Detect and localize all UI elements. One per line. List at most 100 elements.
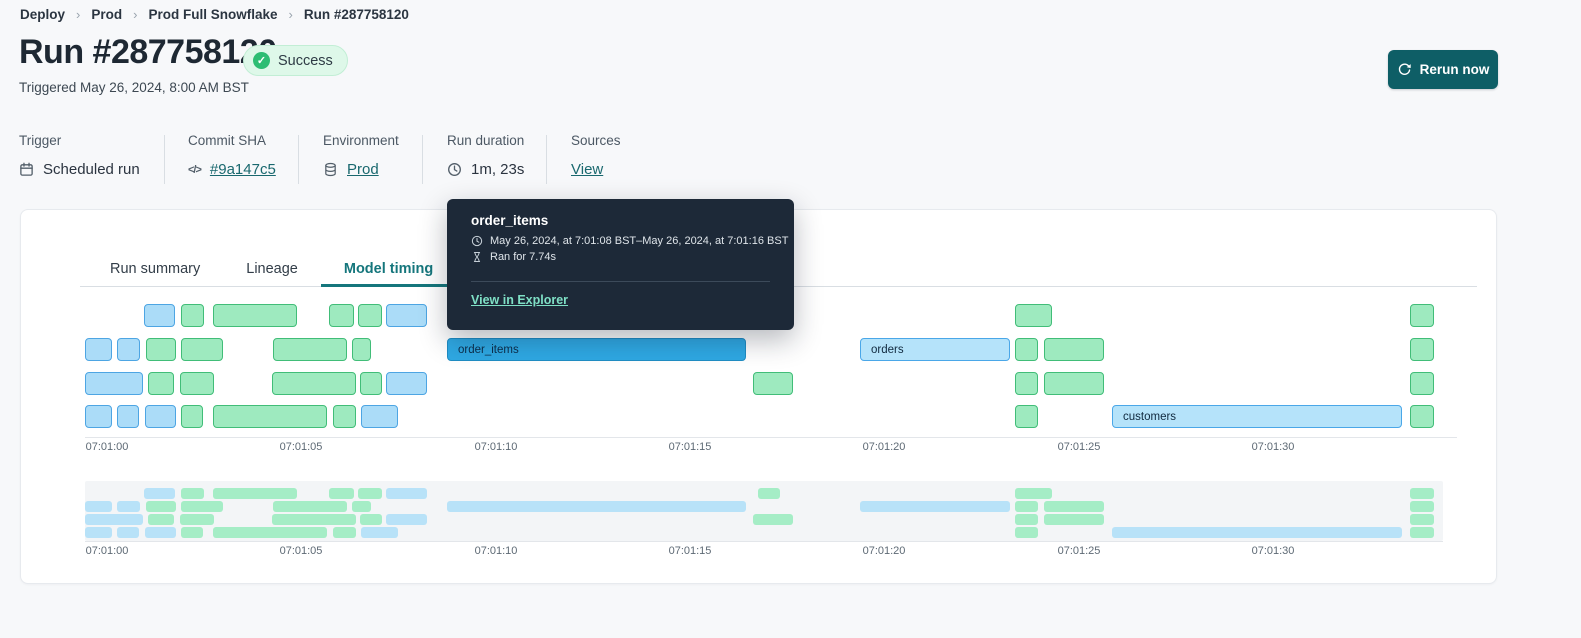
meta-link--9a147c5[interactable]: #9a147c5 [210, 161, 276, 178]
breadcrumb-item-deploy[interactable]: Deploy [20, 7, 65, 22]
database-icon [323, 162, 338, 177]
meta-label: Sources [571, 133, 621, 148]
axis-tick-label: 07:01:10 [474, 545, 518, 557]
run-detail-page: Deploy › Prod › Prod Full Snowflake › Run #287… [0, 0, 1581, 638]
meta-text: 1m, 23s [471, 161, 525, 178]
gantt-bar[interactable] [117, 338, 140, 361]
axis-tick-label: 07:01:20 [862, 441, 906, 453]
mini-bar [361, 527, 398, 538]
clock-icon [471, 235, 483, 247]
meta-link-view[interactable]: View [571, 161, 603, 178]
breadcrumb-item-prod-full-snowflake[interactable]: Prod Full Snowflake [148, 7, 277, 22]
meta-col-commit-sha: Commit SHA </> #9a147c5 [188, 133, 276, 178]
breadcrumb-separator-icon: › [76, 7, 81, 22]
hourglass-icon [471, 251, 483, 263]
mini-bar [181, 527, 203, 538]
gantt-bar[interactable] [1410, 304, 1434, 327]
gantt-bar[interactable] [117, 405, 139, 428]
mini-bar [753, 514, 793, 525]
gantt-bar[interactable] [181, 405, 203, 428]
axis-tick-label: 07:01:10 [474, 441, 518, 453]
gantt-bar[interactable] [358, 304, 382, 327]
mini-bar [1044, 514, 1104, 525]
mini-bar [329, 488, 354, 499]
mini-bar [1044, 501, 1104, 512]
mini-bar [1410, 501, 1434, 512]
gantt-bar[interactable] [386, 304, 427, 327]
gantt-bar[interactable] [1410, 372, 1434, 395]
tab-model-timing[interactable]: Model timing [321, 250, 456, 287]
gantt-bar[interactable] [1410, 405, 1434, 428]
gantt-bar[interactable] [146, 338, 176, 361]
meta-divider [422, 135, 423, 184]
gantt-bar[interactable] [361, 405, 398, 428]
triggered-timestamp: Triggered May 26, 2024, 8:00 AM BST [19, 80, 249, 95]
mini-bar [144, 488, 175, 499]
mini-bar [1015, 488, 1052, 499]
mini-bar [85, 514, 143, 525]
meta-col-trigger: Trigger Scheduled run [19, 133, 140, 178]
gantt-bar[interactable] [1015, 338, 1038, 361]
meta-divider [546, 135, 547, 184]
gantt-bar[interactable] [145, 405, 176, 428]
gantt-bar[interactable] [1410, 338, 1434, 361]
gantt-bar[interactable] [180, 372, 214, 395]
gantt-bar[interactable] [1044, 338, 1104, 361]
gantt-bar[interactable] [181, 304, 204, 327]
gantt-bar[interactable] [1044, 372, 1104, 395]
axis-tick-label: 07:01:15 [668, 545, 712, 557]
gantt-bar[interactable] [333, 405, 356, 428]
meta-value: View [571, 161, 621, 178]
meta-divider [298, 135, 299, 184]
tab-lineage[interactable]: Lineage [223, 250, 321, 287]
gantt-bar[interactable] [85, 338, 112, 361]
mini-bar [145, 527, 176, 538]
meta-col-run-duration: Run duration 1m, 23s [447, 133, 524, 178]
mini-bar [272, 514, 356, 525]
gantt-bar[interactable] [352, 338, 371, 361]
gantt-bar[interactable] [1015, 372, 1038, 395]
gantt-bar[interactable] [148, 372, 174, 395]
mini-bar [1410, 527, 1434, 538]
meta-label: Environment [323, 133, 399, 148]
meta-label: Run duration [447, 133, 525, 148]
gantt-bar[interactable] [273, 338, 347, 361]
breadcrumb-item-prod[interactable]: Prod [91, 7, 122, 22]
axis-tick-label: 07:01:25 [1057, 441, 1101, 453]
gantt-bar[interactable] [85, 372, 143, 395]
mini-bar [117, 501, 140, 512]
mini-bar [1015, 514, 1038, 525]
gantt-bar-order_items[interactable]: order_items [447, 338, 746, 361]
gantt-bar[interactable] [753, 372, 793, 395]
gantt-bar[interactable] [181, 338, 223, 361]
rerun-now-button[interactable]: Rerun now [1388, 50, 1498, 89]
axis-tick-label: 07:01:15 [668, 441, 712, 453]
code-icon: </> [188, 163, 202, 176]
meta-link-prod[interactable]: Prod [347, 161, 379, 178]
gantt-bar[interactable] [1015, 405, 1038, 428]
gantt-bar-orders[interactable]: orders [860, 338, 1010, 361]
mini-bar [181, 501, 223, 512]
axis-tick-label: 07:01:05 [279, 441, 323, 453]
gantt-bar[interactable] [1015, 304, 1052, 327]
tooltip-duration: Ran for 7.74s [490, 251, 557, 263]
gantt-bar[interactable] [386, 372, 427, 395]
gantt-bar[interactable] [213, 304, 297, 327]
gantt-bar[interactable] [329, 304, 354, 327]
gantt-bar[interactable] [144, 304, 175, 327]
gantt-bar[interactable] [360, 372, 382, 395]
gantt-bar[interactable] [85, 405, 112, 428]
mini-bar [1015, 501, 1038, 512]
gantt-bar-customers[interactable]: customers [1112, 405, 1402, 428]
mini-bar [333, 527, 356, 538]
mini-bar [860, 501, 1010, 512]
view-in-explorer-link[interactable]: View in Explorer [471, 293, 568, 307]
tab-run-summary[interactable]: Run summary [87, 250, 223, 287]
gantt-bar[interactable] [213, 405, 327, 428]
mini-bar [386, 514, 427, 525]
gantt-bar[interactable] [272, 372, 356, 395]
mini-bar [213, 488, 297, 499]
meta-value: Scheduled run [19, 161, 140, 178]
axis-tick-label: 07:01:00 [85, 441, 129, 453]
meta-label: Commit SHA [188, 133, 267, 148]
